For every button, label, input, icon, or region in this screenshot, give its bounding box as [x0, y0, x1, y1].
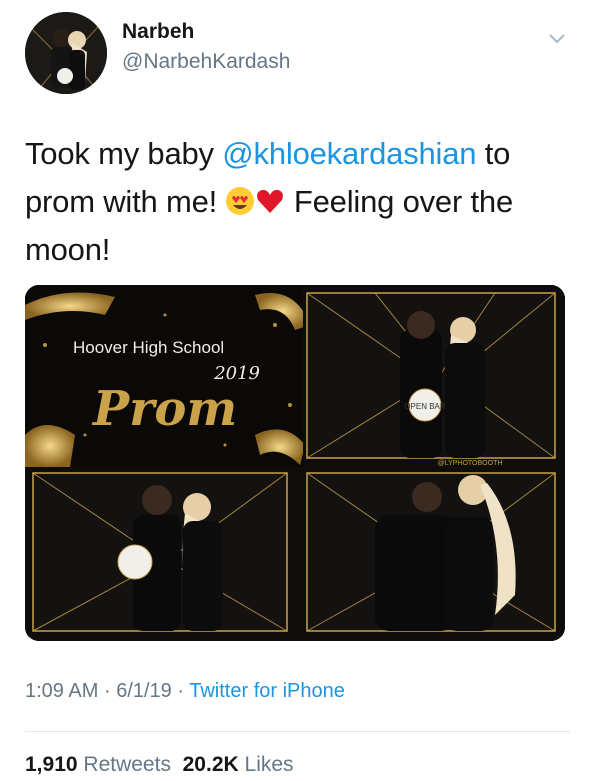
divider	[25, 731, 570, 732]
tweet-stats: 1,910 Retweets 20.2K Likes	[25, 753, 294, 777]
likes-label: Likes	[244, 753, 294, 776]
likes-count: 20.2K	[182, 753, 239, 776]
tweet-date[interactable]: 6/1/19	[116, 680, 172, 702]
retweets-stat[interactable]: 1,910 Retweets	[25, 753, 171, 776]
tweet-source-link[interactable]: Twitter for iPhone	[189, 680, 345, 702]
heart-eyes-emoji-icon	[226, 187, 255, 215]
photo-frame-top-right	[303, 285, 565, 467]
tweet-text: Took my baby @khloekardashian to prom wi…	[25, 130, 570, 274]
tweet-photo[interactable]: Hoover High School 2019 Prom OPEN BAR @L…	[25, 285, 565, 641]
tweet-text-part: Took my baby	[25, 136, 223, 171]
retweets-label: Retweets	[83, 753, 171, 776]
mention-link[interactable]: @khloekardashian	[222, 136, 476, 171]
red-heart-emoji-icon	[257, 189, 284, 213]
photo-frame-bottom-left	[25, 467, 303, 641]
photo-frame-bottom-right	[303, 467, 565, 641]
banner-school-text: Hoover High School	[73, 338, 224, 357]
display-name[interactable]: Narbeh	[122, 20, 194, 44]
booth-credit: @LYPHOTOBOOTH	[438, 460, 503, 467]
sign-text: OPEN BAR	[404, 402, 446, 411]
retweets-count: 1,910	[25, 753, 78, 776]
username-handle[interactable]: @NarbehKardash	[122, 50, 290, 74]
tweet-time[interactable]: 1:09 AM	[25, 680, 98, 702]
likes-stat[interactable]: 20.2K Likes	[183, 753, 294, 776]
avatar[interactable]	[25, 12, 107, 94]
separator-dot: ·	[177, 680, 185, 702]
chevron-down-icon[interactable]	[545, 26, 569, 50]
photo-booth-collage: Hoover High School 2019 Prom OPEN BAR @L…	[25, 285, 565, 641]
avatar-image	[25, 12, 107, 94]
separator-dot: ·	[103, 680, 111, 702]
banner-prom-text: Prom	[91, 381, 237, 437]
prom-banner-panel	[25, 285, 310, 467]
tweet-timestamp: 1:09 AM · 6/1/19 · Twitter for iPhone	[25, 680, 345, 703]
